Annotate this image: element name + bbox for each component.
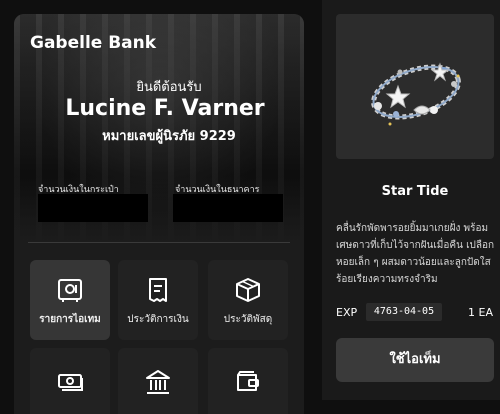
tile-finance-history[interactable]: ประวัติการเงิน — [118, 260, 198, 340]
safe-icon — [58, 279, 82, 302]
user-name: Lucine F. Varner — [65, 96, 265, 121]
receipt-icon — [149, 278, 167, 302]
tile-cash[interactable] — [30, 348, 110, 414]
wallet-balance-value — [38, 194, 148, 222]
item-quantity: 1 EA — [468, 306, 493, 319]
bank-name: Gabelle Bank — [30, 33, 157, 53]
item-description: คลื่นรักพัดพารอยยิ้มมาเกยฝั่ง พร้อมเศษดา… — [336, 223, 495, 285]
tile-parcel-history-label: ประวัติพัสดุ — [223, 314, 273, 325]
tile-parcel-history[interactable]: ประวัติพัสดุ — [208, 260, 288, 340]
tile-items[interactable]: รายการไอเทม — [30, 260, 110, 340]
bank-icon — [146, 370, 170, 394]
item-name: Star Tide — [381, 184, 449, 199]
account-number: หมายเลขผู้นิรภัย 9229 — [102, 129, 236, 144]
use-item-button[interactable]: ใช้ไอเท็ม — [336, 338, 494, 382]
section-divider — [28, 242, 290, 243]
tile-items-label: รายการไอเทม — [39, 314, 101, 325]
cash-icon — [58, 374, 83, 391]
account-panel: Gabelle Bank ยินดีต้อนรับ Lucine F. Varn… — [14, 14, 304, 414]
tile-bank[interactable] — [118, 348, 198, 414]
tile-wallet[interactable] — [208, 348, 288, 414]
expiry-value: 4763-04-05 — [366, 303, 442, 321]
starfish-bracelet-icon — [371, 62, 461, 126]
wallet-icon — [237, 371, 259, 391]
item-image — [336, 14, 494, 159]
package-icon — [236, 278, 260, 302]
bank-balance-value — [173, 194, 283, 222]
expiry-label: EXP — [336, 306, 358, 319]
item-detail-panel: Star Tide คลื่นรักพัดพารอยยิ้มมาเกยฝั่ง … — [322, 0, 500, 400]
welcome-text: ยินดีต้อนรับ — [136, 80, 202, 95]
tile-finance-history-label: ประวัติการเงิน — [127, 314, 189, 325]
